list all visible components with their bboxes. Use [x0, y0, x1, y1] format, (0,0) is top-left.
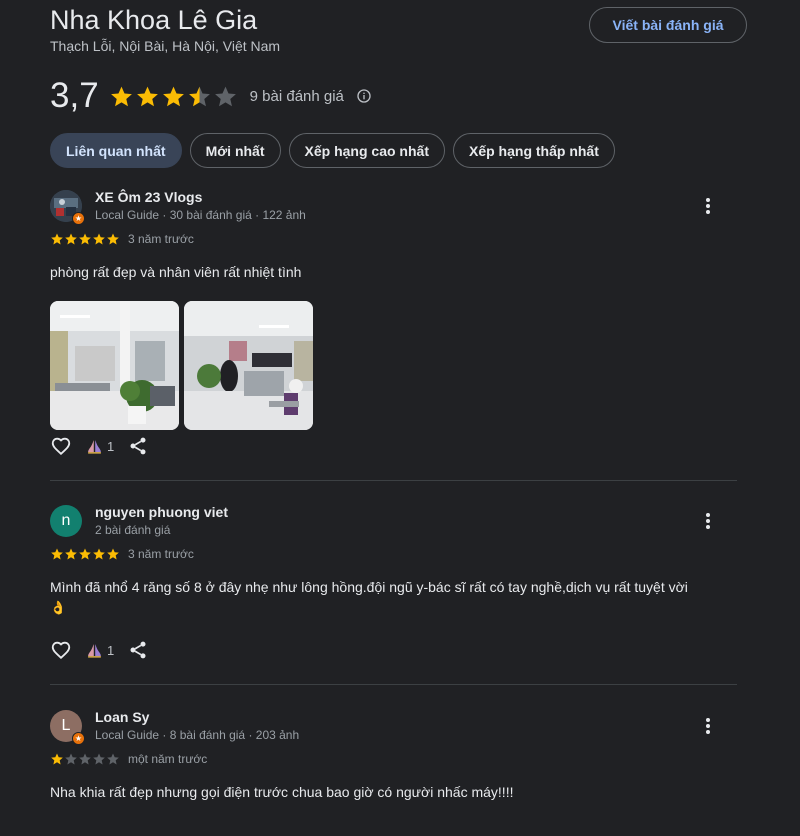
sort-chips: Liên quan nhất Mới nhất Xếp hạng cao nhấ…: [50, 133, 615, 168]
star-icon: [93, 548, 105, 560]
info-icon[interactable]: [356, 88, 372, 104]
review-emoji: 👌: [50, 600, 67, 615]
reviewer-meta: Local Guide · 30 bài đánh giá · 122 ảnh: [95, 208, 306, 222]
local-guide-badge-icon: ★: [72, 212, 85, 225]
review-stars: [50, 547, 120, 561]
reaction[interactable]: 1: [86, 642, 114, 659]
place-address: Thạch Lỗi, Nội Bài, Hà Nội, Việt Nam: [50, 38, 281, 54]
star-icon: [107, 548, 119, 560]
more-options-icon[interactable]: [700, 509, 716, 533]
reviewer-meta: Local Guide · 8 bài đánh giá · 203 ảnh: [95, 728, 300, 742]
divider: [50, 480, 737, 481]
star-icon: [93, 233, 105, 245]
star-icon: [79, 548, 91, 560]
avatar[interactable]: L ★: [50, 710, 85, 745]
share-icon[interactable]: [128, 640, 148, 660]
review-text: phòng rất đẹp và nhân viên rất nhiệt tìn…: [50, 264, 302, 280]
review-card: n nguyen phuong viet 2 bài đánh giá 3 nă…: [50, 504, 737, 665]
star-icon: [65, 548, 77, 560]
place-title: Nha Khoa Lê Gia: [50, 5, 258, 35]
avatar[interactable]: ★: [50, 190, 85, 225]
star-icon: [162, 86, 184, 106]
review-text: Nha khia rất đẹp nhưng gọi điện trước ch…: [50, 784, 514, 800]
review-stars: [50, 752, 120, 766]
like-icon[interactable]: [50, 435, 72, 457]
rating-summary: 3,7 9 bài đánh giá: [50, 74, 372, 118]
avatar[interactable]: n: [50, 505, 82, 537]
chip-most-relevant[interactable]: Liên quan nhất: [50, 133, 182, 168]
star-icon: [79, 233, 91, 245]
review-rating: một năm trước: [50, 751, 207, 767]
review-rating: 3 năm trước: [50, 231, 194, 247]
reviewer-name[interactable]: Loan Sy: [95, 709, 149, 725]
avatar-letter: n: [61, 512, 71, 529]
review-photos: [50, 301, 313, 430]
empty-star-icon: [107, 753, 119, 765]
reaction-count: 1: [107, 438, 115, 454]
reaction[interactable]: 1: [86, 438, 114, 455]
star-icon: [51, 548, 63, 560]
more-options-icon[interactable]: [700, 714, 716, 738]
empty-star-icon: [65, 753, 77, 765]
star-icon: [110, 86, 132, 106]
reviewer-name[interactable]: nguyen phuong viet: [95, 504, 228, 520]
local-guide-badge-icon: ★: [72, 732, 85, 745]
empty-star-icon: [214, 86, 236, 106]
star-icon: [136, 86, 158, 106]
review-rating: 3 năm trước: [50, 546, 194, 562]
review-card: ★ XE Ôm 23 Vlogs Local Guide · 30 bài đá…: [50, 189, 737, 460]
review-text: Mình đã nhổ 4 răng số 8 ở đây nhẹ như lô…: [50, 577, 730, 618]
star-icon: [51, 753, 63, 765]
praying-hands-icon: [88, 643, 101, 658]
praying-hands-icon: [88, 439, 101, 454]
chip-highest-rating[interactable]: Xếp hạng cao nhất: [288, 133, 445, 168]
rating-stars: [109, 84, 238, 109]
empty-star-icon: [93, 753, 105, 765]
review-photo[interactable]: [184, 301, 313, 430]
empty-star-icon: [79, 753, 91, 765]
chip-newest[interactable]: Mới nhất: [189, 133, 281, 168]
review-photo[interactable]: [50, 301, 179, 430]
review-count: 9 bài đánh giá: [249, 87, 344, 105]
rating-value: 3,7: [50, 76, 99, 115]
review-time: một năm trước: [128, 752, 208, 766]
reviewer-meta: 2 bài đánh giá: [95, 523, 171, 537]
reaction-count: 1: [107, 642, 115, 658]
half-star-icon: [188, 86, 210, 106]
chip-lowest-rating[interactable]: Xếp hạng thấp nhất: [452, 133, 615, 168]
review-actions: 1: [50, 434, 148, 458]
review-card: L ★ Loan Sy Local Guide · 8 bài đánh giá…: [50, 709, 737, 820]
avatar-letter: L: [61, 717, 71, 734]
review-time: 3 năm trước: [128, 547, 194, 561]
star-icon: [65, 233, 77, 245]
divider: [50, 684, 737, 685]
write-review-button[interactable]: Viết bài đánh giá: [589, 7, 747, 43]
star-icon: [51, 233, 63, 245]
more-options-icon[interactable]: [700, 194, 716, 218]
review-stars: [50, 232, 120, 246]
review-text-body: Mình đã nhổ 4 răng số 8 ở đây nhẹ như lô…: [50, 579, 688, 595]
share-icon[interactable]: [128, 436, 148, 456]
review-actions: 1: [50, 638, 148, 662]
star-icon: [107, 233, 119, 245]
reviewer-name[interactable]: XE Ôm 23 Vlogs: [95, 189, 202, 205]
like-icon[interactable]: [50, 639, 72, 661]
review-time: 3 năm trước: [128, 232, 194, 246]
